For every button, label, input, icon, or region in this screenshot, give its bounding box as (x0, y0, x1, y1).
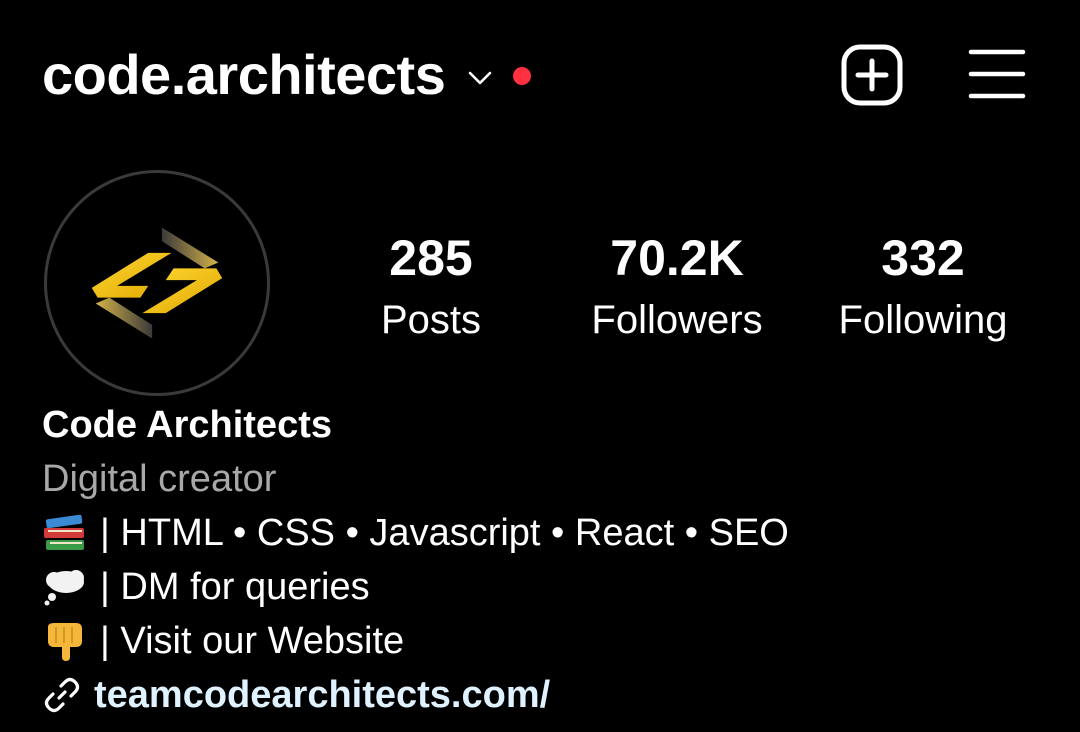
create-button[interactable] (841, 44, 903, 106)
profile-header: code.architects (0, 0, 1080, 150)
bio-line: | HTML • CSS • Javascript • React • SEO (42, 506, 1042, 560)
bio-line-text: | Visit our Website (100, 620, 405, 662)
followers-stat[interactable]: 70.2K Followers (562, 226, 792, 348)
bio-line: | Visit our Website (42, 614, 1042, 668)
following-count: 332 (881, 230, 965, 286)
profile-bio: Code Architects Digital creator | HTML •… (42, 398, 1042, 722)
following-stat[interactable]: 332 Following (808, 226, 1038, 348)
followers-count: 70.2K (610, 230, 744, 286)
username: code.architects (42, 43, 446, 106)
bio-line-text: | DM for queries (100, 566, 370, 608)
link-icon (44, 677, 80, 713)
hamburger-menu-icon (968, 49, 1026, 99)
bio-line-text: | HTML • CSS • Javascript • React • SEO (100, 512, 789, 554)
following-label: Following (838, 298, 1008, 342)
posts-stat[interactable]: 285 Posts (316, 226, 546, 348)
notification-dot (513, 67, 532, 85)
followers-label: Followers (591, 298, 763, 342)
posts-label: Posts (380, 298, 482, 342)
posts-count: 285 (389, 230, 473, 286)
chevron-down-icon (469, 71, 492, 85)
code-architects-logo (91, 227, 223, 339)
website-link-text[interactable]: teamcodearchitects.com/ (94, 668, 550, 722)
pointing-down-emoji-icon (42, 621, 88, 661)
books-emoji-icon (42, 513, 88, 553)
profile-avatar[interactable] (44, 170, 270, 396)
bio-line: | DM for queries (42, 560, 1042, 614)
menu-button[interactable] (968, 46, 1026, 102)
account-switcher[interactable]: code.architects (42, 40, 532, 110)
account-category: Digital creator (42, 458, 277, 500)
display-name: Code Architects (42, 404, 332, 446)
website-link[interactable]: teamcodearchitects.com/ (42, 668, 1042, 722)
plus-square-icon (841, 44, 903, 106)
thought-bubble-emoji-icon (42, 567, 88, 607)
